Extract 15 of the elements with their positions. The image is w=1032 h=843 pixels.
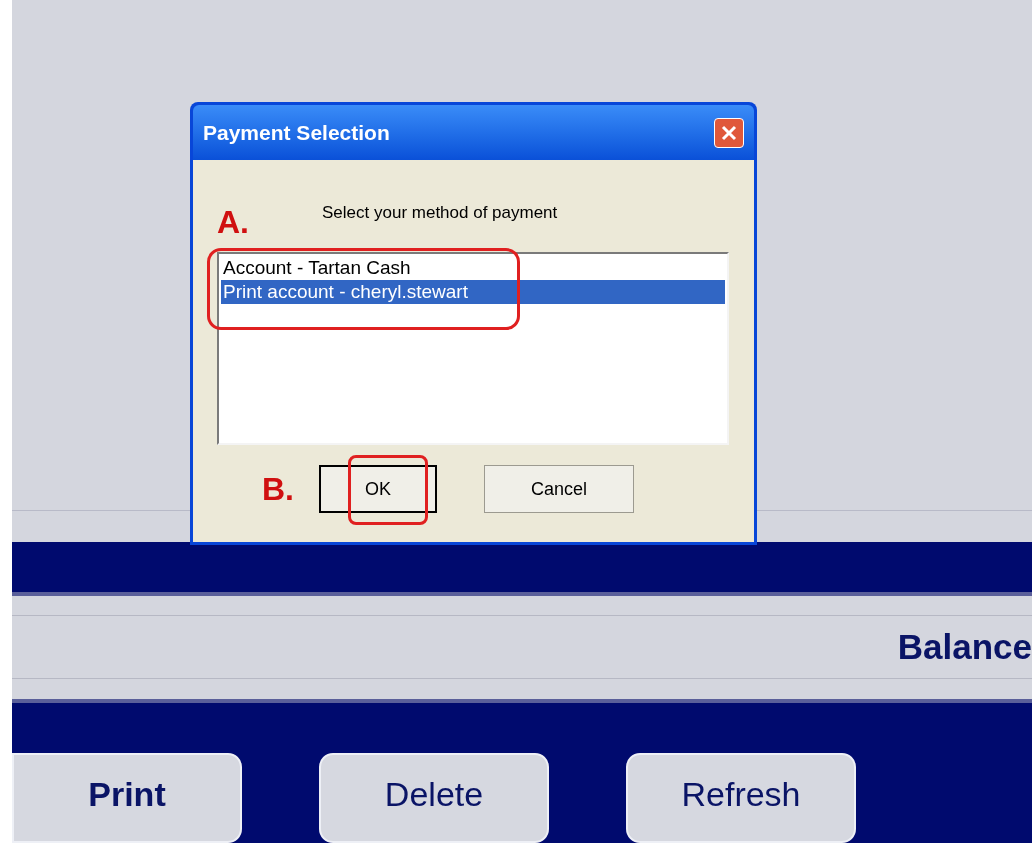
action-button[interactable]: Delete bbox=[319, 753, 549, 843]
list-item[interactable]: Account - Tartan Cash bbox=[221, 256, 725, 280]
dialog-button[interactable]: Cancel bbox=[484, 465, 634, 513]
action-button[interactable]: Refresh bbox=[626, 753, 856, 843]
action-button[interactable]: Print bbox=[12, 753, 242, 843]
close-icon bbox=[720, 123, 738, 142]
annotation-label: A. bbox=[217, 203, 250, 242]
payment-list[interactable]: Account - Tartan Cash Print account - cheryl.stewart bbox=[217, 252, 729, 445]
dialog-button[interactable]: OK bbox=[319, 465, 437, 513]
close-button[interactable] bbox=[714, 117, 744, 148]
balance-label: Balance bbox=[897, 625, 1032, 668]
prompt-text: Select your method of payment bbox=[322, 202, 558, 224]
list-item[interactable]: Print account - cheryl.stewart bbox=[221, 280, 725, 304]
annotation-label: B. bbox=[262, 470, 295, 509]
window-title: Payment Selection bbox=[203, 119, 390, 146]
